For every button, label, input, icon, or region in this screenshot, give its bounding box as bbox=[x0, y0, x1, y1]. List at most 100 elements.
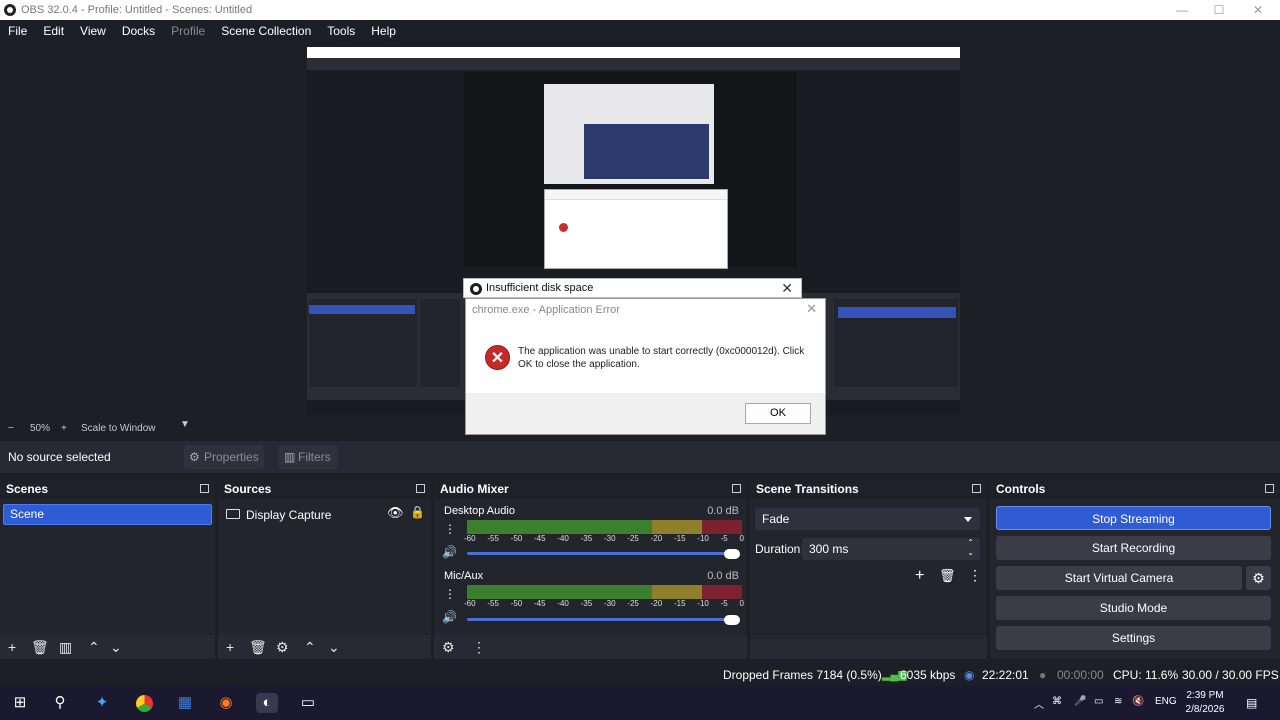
speaker-icon[interactable]: 🔊 bbox=[442, 545, 457, 559]
maximize-button[interactable]: ☐ bbox=[1199, 0, 1239, 20]
obs-logo-icon bbox=[470, 283, 482, 295]
move-up-icon[interactable]: ⌃ bbox=[88, 639, 100, 655]
transition-select[interactable]: Fade bbox=[755, 508, 980, 530]
zoom-in-button[interactable]: + bbox=[61, 423, 67, 434]
dialog-close-button[interactable]: ✕ bbox=[806, 301, 817, 317]
preview-capture-sources bbox=[420, 299, 460, 387]
microphone-icon[interactable]: 🎤 bbox=[1074, 696, 1086, 707]
tick-label: -35 bbox=[580, 599, 593, 608]
filter-icon[interactable]: ▥ bbox=[59, 639, 72, 655]
tray-expand-icon[interactable]: ︿ bbox=[1034, 696, 1044, 711]
close-button[interactable]: ✕ bbox=[1238, 0, 1278, 20]
volume-slider-handle[interactable] bbox=[724, 615, 740, 625]
calculator-icon[interactable]: ▦ bbox=[174, 693, 196, 713]
battery-icon[interactable]: ▭ bbox=[1094, 696, 1103, 707]
menu-tools[interactable]: Tools bbox=[319, 24, 363, 38]
menu-help[interactable]: Help bbox=[363, 24, 404, 38]
chevron-down-icon[interactable]: ▼ bbox=[180, 419, 190, 430]
preview-capture-error-icon bbox=[559, 223, 568, 232]
firefox-icon[interactable]: ◉ bbox=[215, 693, 237, 713]
properties-label: Properties bbox=[204, 450, 259, 464]
undock-icon[interactable] bbox=[1265, 484, 1274, 493]
menu-file[interactable]: File bbox=[0, 24, 35, 38]
zoom-out-button[interactable]: − bbox=[8, 423, 14, 434]
add-icon[interactable]: + bbox=[8, 639, 16, 655]
properties-button[interactable]: ⚙ Properties bbox=[184, 445, 264, 469]
terminal-icon[interactable]: ▭ bbox=[297, 693, 319, 713]
dialog-outer-close-button[interactable]: ✕ bbox=[781, 280, 793, 297]
add-icon[interactable]: + bbox=[915, 567, 924, 585]
kebab-menu-icon[interactable]: ⋮ bbox=[444, 587, 456, 601]
kebab-menu-icon[interactable]: ⋮ bbox=[444, 522, 456, 536]
kebab-menu-icon[interactable]: ⋮ bbox=[472, 639, 486, 655]
record-time: 00:00:00 bbox=[1057, 668, 1104, 682]
volume-slider-handle[interactable] bbox=[724, 549, 740, 559]
menu-scene-collection[interactable]: Scene Collection bbox=[213, 24, 319, 38]
start-recording-button[interactable]: Start Recording bbox=[996, 536, 1271, 560]
start-virtual-camera-button[interactable]: Start Virtual Camera bbox=[996, 566, 1242, 590]
channel-name: Desktop Audio bbox=[444, 505, 515, 517]
gear-icon: ⚙ bbox=[189, 450, 200, 464]
duration-field[interactable]: 300 ms ⌃ ⌄ bbox=[802, 538, 980, 560]
virtual-camera-gear-icon[interactable]: ⚙ bbox=[1246, 566, 1271, 590]
language-indicator[interactable]: ENG bbox=[1155, 696, 1177, 707]
spinner-icon[interactable]: ⌃ ⌄ bbox=[967, 538, 974, 558]
undock-icon[interactable] bbox=[416, 484, 425, 493]
windows-taskbar: ⊞ ⚲ ✦ ▦ ◉ ◐ ▭ ︿ ⌘ 🎤 ▭ ≋ 🔇 ENG 2:39 PM 2/… bbox=[0, 686, 1280, 720]
chrome-icon[interactable] bbox=[133, 693, 155, 713]
obs-taskbar-icon[interactable]: ◐ bbox=[256, 693, 278, 713]
wifi-icon[interactable]: ≋ bbox=[1114, 696, 1122, 707]
trash-icon[interactable]: 🗑 bbox=[31, 639, 49, 655]
menu-profile[interactable]: Profile bbox=[163, 24, 213, 38]
scene-list-item[interactable]: Scene bbox=[3, 504, 212, 525]
copilot-icon[interactable]: ✦ bbox=[91, 693, 113, 713]
tick-label: -55 bbox=[487, 534, 499, 543]
minimize-button[interactable]: — bbox=[1162, 0, 1202, 20]
undock-icon[interactable] bbox=[200, 484, 209, 493]
source-list-item[interactable]: Display Capture bbox=[226, 506, 331, 524]
eye-icon[interactable]: 👁 bbox=[387, 505, 404, 521]
menu-view[interactable]: View bbox=[72, 24, 114, 38]
settings-button[interactable]: Settings bbox=[996, 626, 1271, 650]
stop-streaming-button[interactable]: Stop Streaming bbox=[996, 506, 1271, 530]
dialog-outer-title: Insufficient disk space bbox=[486, 282, 594, 294]
tick-label: 0 bbox=[739, 534, 744, 543]
undock-icon[interactable] bbox=[972, 484, 981, 493]
taskbar-clock[interactable]: 2:39 PM 2/8/2026 bbox=[1180, 689, 1230, 717]
preview-capture-error-dialog bbox=[544, 189, 728, 269]
tray-app-icon[interactable]: ⌘ bbox=[1052, 696, 1062, 707]
move-down-icon[interactable]: ⌄ bbox=[110, 639, 122, 655]
volume-slider[interactable] bbox=[467, 552, 737, 555]
tick-label: -10 bbox=[697, 534, 709, 543]
notifications-icon[interactable]: ▤ bbox=[1246, 696, 1257, 710]
windows-start-icon[interactable]: ⊞ bbox=[9, 693, 31, 713]
trash-icon[interactable]: 🗑 bbox=[249, 639, 267, 655]
scenes-dock-header: Scenes bbox=[0, 479, 215, 499]
trash-icon[interactable]: 🗑 bbox=[939, 568, 956, 584]
bitrate: 6035 kbps bbox=[900, 668, 956, 682]
gear-icon[interactable]: ⚙ bbox=[276, 639, 289, 655]
kebab-menu-icon[interactable]: ⋮ bbox=[968, 567, 982, 584]
speaker-icon[interactable]: 🔊 bbox=[442, 610, 457, 624]
tick-label: -15 bbox=[673, 599, 686, 608]
fps: 30.00 / 30.00 FPS bbox=[1182, 668, 1279, 682]
duration-value: 300 ms bbox=[809, 542, 849, 556]
taskbar-time: 2:39 PM bbox=[1186, 690, 1224, 701]
preview-toolbar: − 50% + Scale to Window ▼ bbox=[0, 419, 1280, 436]
search-icon[interactable]: ⚲ bbox=[49, 693, 71, 713]
menu-docks[interactable]: Docks bbox=[114, 24, 163, 38]
menu-edit[interactable]: Edit bbox=[35, 24, 72, 38]
filters-button[interactable]: ▥ Filters bbox=[278, 445, 338, 469]
lock-icon[interactable]: 🔒 bbox=[410, 505, 425, 519]
move-down-icon[interactable]: ⌄ bbox=[328, 639, 340, 655]
chevron-down-icon bbox=[964, 517, 972, 522]
add-icon[interactable]: + bbox=[226, 639, 234, 655]
studio-mode-button[interactable]: Studio Mode bbox=[996, 596, 1271, 620]
volume-slider[interactable] bbox=[467, 618, 737, 621]
sources-title: Sources bbox=[224, 482, 272, 496]
volume-muted-icon[interactable]: 🔇 bbox=[1132, 696, 1144, 707]
move-up-icon[interactable]: ⌃ bbox=[304, 639, 316, 655]
scale-mode-dropdown[interactable]: Scale to Window bbox=[81, 423, 155, 434]
undock-icon[interactable] bbox=[732, 484, 741, 493]
advanced-audio-gear-icon[interactable]: ⚙ bbox=[442, 639, 455, 655]
